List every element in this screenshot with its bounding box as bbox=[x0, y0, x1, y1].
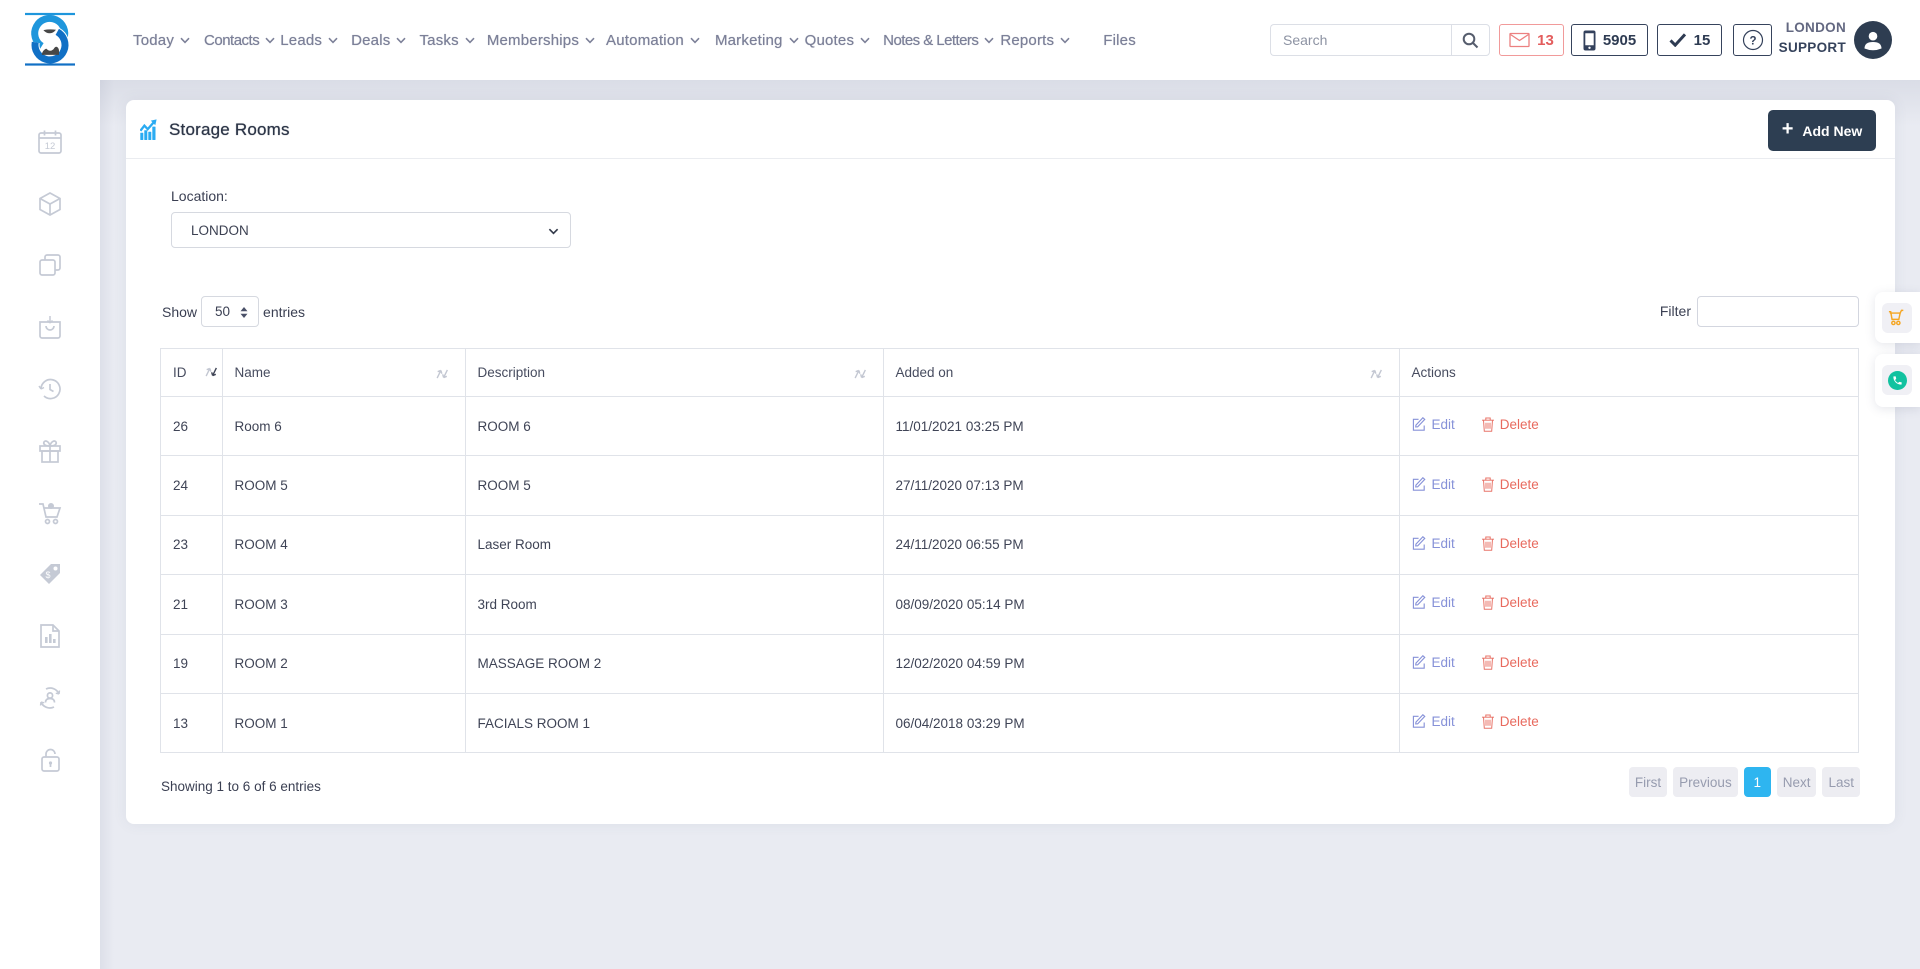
svg-text:12: 12 bbox=[45, 141, 56, 152]
svg-text:$: $ bbox=[45, 570, 50, 580]
